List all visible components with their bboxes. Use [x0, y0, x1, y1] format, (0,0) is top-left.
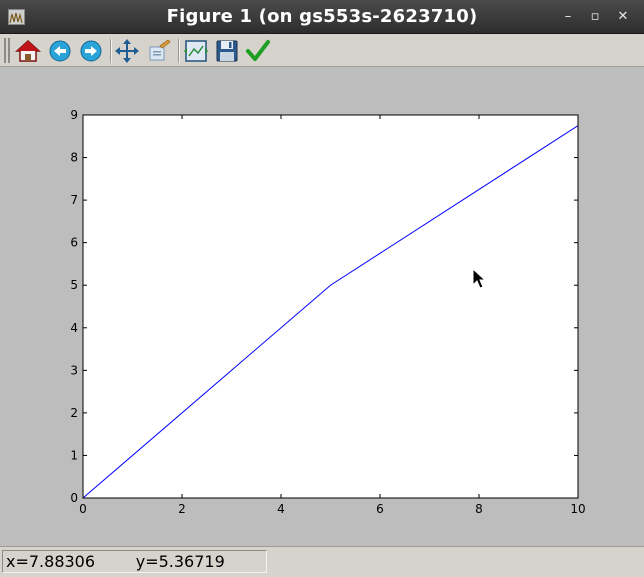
title-bar[interactable]: Figure 1 (on gs553s-2623710) – ▫ ✕: [0, 0, 644, 34]
y-tick-label: 3: [70, 363, 78, 377]
subplots-button[interactable]: [183, 38, 209, 64]
forward-icon: [80, 40, 102, 62]
zoom-button[interactable]: [146, 38, 172, 64]
figure-canvas[interactable]: 0 2 4 6 8 10 0 1 2 3 4 5 6 7 8 9: [0, 67, 644, 546]
y-tick-label: 8: [70, 151, 78, 165]
x-tick-label: 4: [277, 502, 285, 516]
maximize-button[interactable]: ▫: [586, 8, 604, 26]
figure-window: Figure 1 (on gs553s-2623710) – ▫ ✕ 0 2 4…: [0, 0, 644, 577]
home-icon: [15, 39, 41, 62]
toolbar-separator: [178, 39, 180, 63]
zoom-icon: [149, 39, 171, 61]
navigation-toolbar: [0, 34, 644, 67]
toolbar-grip[interactable]: [4, 38, 10, 63]
minimize-button[interactable]: –: [559, 8, 577, 26]
status-bar: x=7.88306 y=5.36719: [0, 546, 644, 577]
y-tick-label: 4: [70, 321, 78, 335]
window-title: Figure 1 (on gs553s-2623710): [166, 6, 478, 27]
x-tick-label: 2: [178, 502, 186, 516]
y-tick-label: 2: [70, 406, 78, 420]
y-tick-label: 0: [70, 491, 78, 505]
subplots-icon: [184, 40, 208, 62]
forward-button[interactable]: [78, 38, 104, 64]
coordinate-readout: x=7.88306 y=5.36719: [2, 550, 267, 573]
pan-button[interactable]: [114, 38, 140, 64]
x-tick-label: 0: [79, 502, 87, 516]
edit-parameters-button[interactable]: [245, 38, 271, 64]
plot-area[interactable]: 0 2 4 6 8 10 0 1 2 3 4 5 6 7 8 9: [0, 67, 644, 546]
x-tick-label: 6: [376, 502, 384, 516]
toolbar-separator: [110, 39, 112, 63]
axes-background: [83, 115, 578, 498]
x-tick-label: 8: [475, 502, 483, 516]
save-icon: [216, 40, 238, 62]
back-button[interactable]: [47, 38, 73, 64]
x-tick-label: 10: [570, 502, 585, 516]
y-tick-label: 6: [70, 236, 78, 250]
save-button[interactable]: [214, 38, 240, 64]
pan-icon: [115, 39, 139, 63]
home-button[interactable]: [15, 38, 41, 64]
back-icon: [49, 40, 71, 62]
y-tick-label: 9: [70, 108, 78, 122]
y-tick-label: 5: [70, 278, 78, 292]
y-tick-label: 7: [70, 193, 78, 207]
y-tick-label: 1: [70, 448, 78, 462]
mouse-cursor-icon: [472, 268, 486, 289]
close-button[interactable]: ✕: [614, 8, 632, 26]
checkmark-icon: [246, 40, 270, 61]
